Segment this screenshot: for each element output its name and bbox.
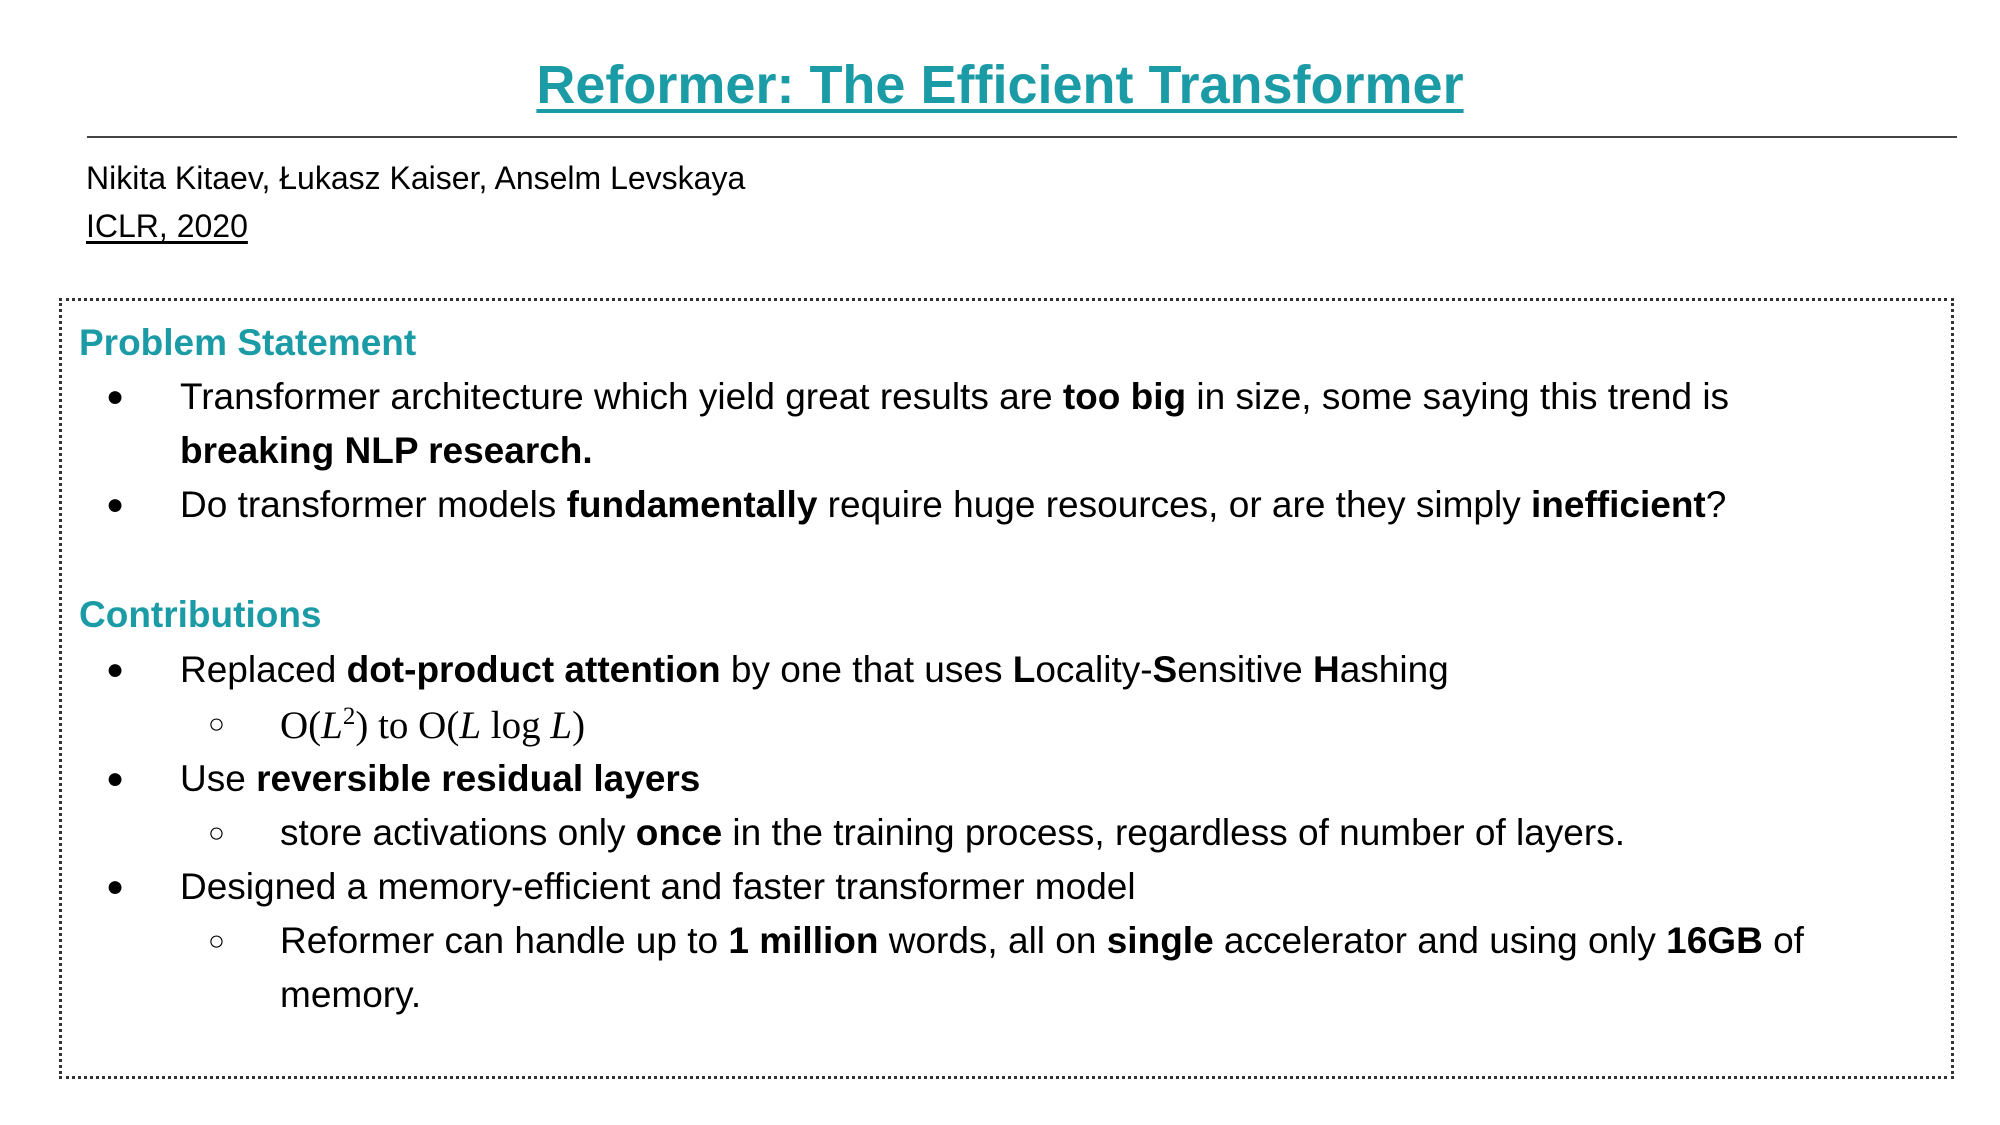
sub-bullet-icon: ○	[208, 817, 225, 848]
complexity-formula: O(L2) to O(L log L)	[280, 703, 586, 747]
venue-link[interactable]: ICLR, 2020	[86, 206, 248, 246]
bullet-icon: ●	[106, 380, 125, 413]
problem-statement-heading: Problem Statement	[79, 322, 417, 363]
authors: Nikita Kitaev, Łukasz Kaiser, Anselm Lev…	[86, 160, 746, 196]
sub-bullet-icon: ○	[208, 925, 225, 956]
problem-item-2: Do transformer models fundamentally requ…	[180, 484, 1727, 525]
paper-title-link[interactable]: Reformer: The Efficient Transformer	[536, 55, 1463, 115]
contribution-item-1: Replaced dot-product attention by one th…	[180, 649, 1449, 690]
bullet-icon: ●	[106, 653, 125, 686]
bullet-icon: ●	[106, 488, 125, 521]
problem-item-1-line-2: breaking NLP research.	[180, 430, 593, 471]
contribution-item-3-sub-line-2: memory.	[280, 974, 422, 1015]
contribution-item-2-sub: store activations only once in the train…	[280, 812, 1625, 853]
bullet-icon: ●	[106, 870, 125, 903]
sub-bullet-icon: ○	[208, 708, 225, 739]
paper-title: Reformer: The Efficient Transformer	[0, 52, 2000, 118]
bullet-icon: ●	[106, 762, 125, 795]
header-divider	[87, 136, 1957, 138]
contribution-item-3-sub-line-1: Reformer can handle up to 1 million word…	[280, 920, 1804, 961]
contribution-item-2: Use reversible residual layers	[180, 758, 701, 799]
problem-item-1-line-1: Transformer architecture which yield gre…	[180, 376, 1730, 417]
contributions-heading: Contributions	[79, 594, 322, 635]
contribution-item-3: Designed a memory-efficient and faster t…	[180, 866, 1136, 907]
